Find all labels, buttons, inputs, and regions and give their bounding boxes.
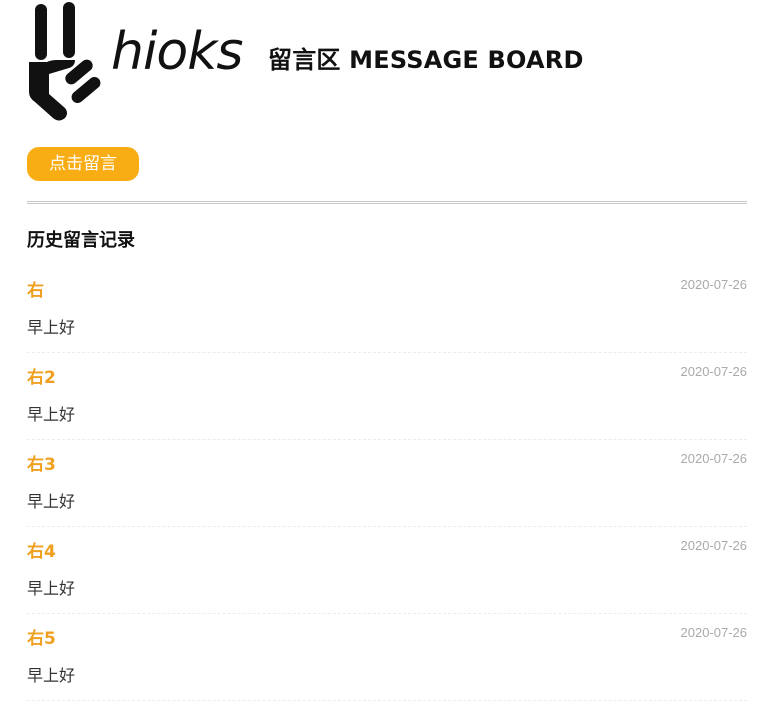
message-text: 早上好 [27,318,76,337]
list-item: 右 2020-07-26 早上好 [27,266,747,353]
message-text: 早上好 [27,666,76,685]
author-name: 右 [27,281,44,301]
author-name: 右4 [27,542,56,562]
author-name: 右3 [27,455,56,475]
message-date: 2020-07-26 [680,625,748,640]
list-item: 右3 2020-07-26 早上好 [27,440,747,527]
list-item: 右2 2020-07-26 早上好 [27,353,747,440]
peace-hand-icon [29,2,101,121]
message-list: 右 2020-07-26 早上好 右2 2020-07-26 早上好 右3 20… [27,266,747,701]
divider [27,201,747,204]
header: hioks 留言区 MESSAGE BOARD [27,0,747,125]
message-date: 2020-07-26 [680,364,748,379]
list-item: 右5 2020-07-26 早上好 [27,614,747,701]
list-item: 右4 2020-07-26 早上好 [27,527,747,614]
site-logo[interactable]: hioks [27,2,243,124]
history-title: 历史留言记录 [27,230,135,251]
message-date: 2020-07-26 [680,451,748,466]
message-date: 2020-07-26 [680,538,748,553]
message-board-page: hioks 留言区 MESSAGE BOARD 点击留言 历史留言记录 右 20… [0,0,771,712]
post-message-button[interactable]: 点击留言 [27,147,139,181]
message-text: 早上好 [27,579,76,598]
logo-wordmark: hioks [111,22,243,82]
message-text: 早上好 [27,405,76,424]
message-text: 早上好 [27,492,76,511]
author-name: 右2 [27,368,56,388]
page-title: 留言区 MESSAGE BOARD [268,46,584,74]
message-date: 2020-07-26 [680,277,748,292]
author-name: 右5 [27,629,56,649]
